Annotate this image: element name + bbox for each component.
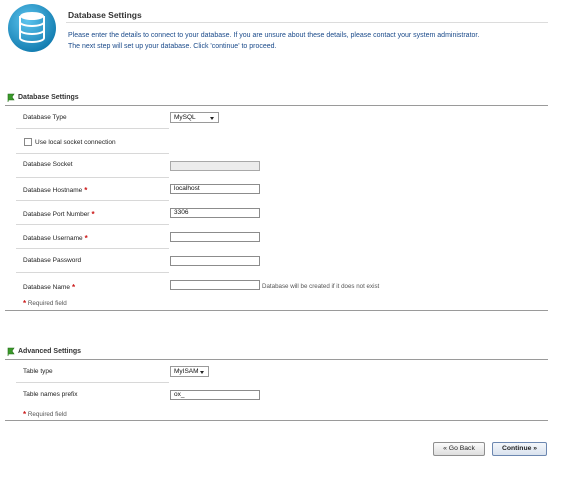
db-password-label: Database Password [23,257,82,264]
description-line-1: Please enter the details to connect to y… [68,32,480,39]
row-divider [16,128,169,129]
database-section-bottom-divider [5,310,548,311]
database-section-title: Database Settings [18,94,79,101]
chevron-down-icon [210,117,214,120]
db-hostname-field[interactable]: localhost [170,184,260,194]
description-line-2: The next step will set up your database.… [68,43,277,50]
advanced-section-divider [5,359,548,360]
database-logo-icon [7,3,57,53]
db-name-hint: Database will be created if it does not … [262,283,380,290]
db-socket-label: Database Socket [23,161,73,168]
page-description: Please enter the details to connect to y… [68,30,548,52]
db-hostname-label: Database Hostname * [23,186,88,195]
db-name-field[interactable] [170,280,260,290]
checkmark-flag-icon [7,93,15,102]
db-type-value: MySQL [174,114,196,121]
database-section-divider [5,105,548,106]
row-divider [16,224,169,225]
page-title: Database Settings [68,10,142,20]
header-divider [66,22,548,23]
db-username-label: Database Username * [23,234,88,243]
table-prefix-label: Table names prefix [23,391,78,398]
table-type-value: MyISAM [174,368,199,375]
db-type-select[interactable]: MySQL [170,112,219,123]
table-type-label: Table type [23,368,53,375]
row-divider [16,382,169,383]
row-divider [16,200,169,201]
row-divider [16,272,169,273]
row-divider [16,248,169,249]
table-prefix-field[interactable]: ox_ [170,390,260,400]
continue-button[interactable]: Continue » [492,442,547,456]
required-field-note: * Required field [23,299,67,308]
table-type-select[interactable]: MyISAM [170,366,209,377]
row-divider [16,177,169,178]
db-name-label: Database Name * [23,283,76,292]
advanced-section-title: Advanced Settings [18,348,82,355]
advanced-section-bottom-divider [5,420,548,421]
row-divider [16,153,169,154]
required-field-note: * Required field [23,410,67,419]
db-username-field[interactable] [170,232,260,242]
db-password-field[interactable] [170,256,260,266]
db-type-label: Database Type [23,114,67,121]
db-port-label: Database Port Number * [23,210,95,219]
db-socket-field[interactable] [170,161,260,171]
socket-checkbox-label: Use local socket connection [35,139,116,146]
go-back-button[interactable]: « Go Back [433,442,485,456]
chevron-down-icon [200,371,204,374]
checkmark-flag-icon [7,347,15,356]
db-port-field[interactable]: 3306 [170,208,260,218]
socket-checkbox[interactable] [24,138,32,146]
